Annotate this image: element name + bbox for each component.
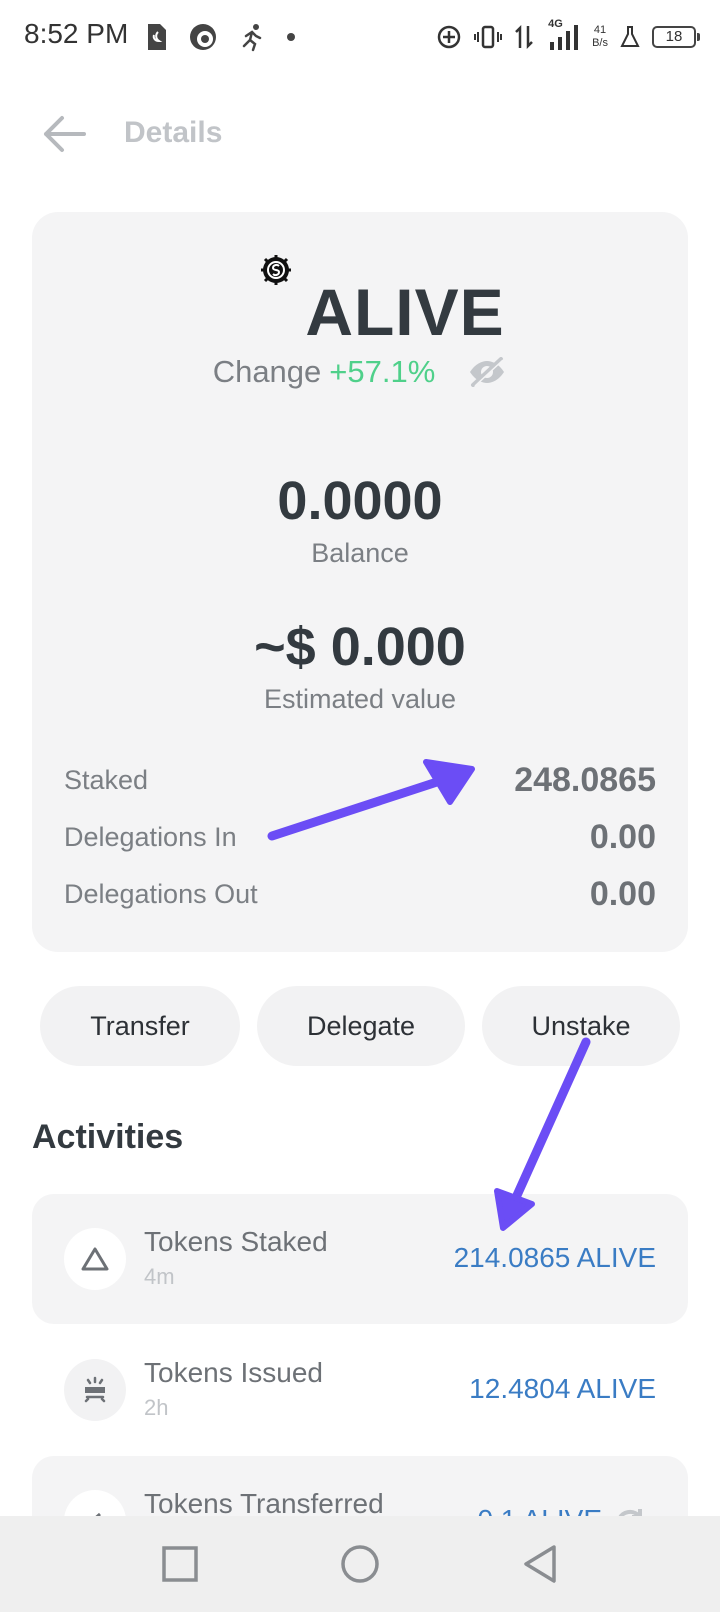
stat-row-delegations-out: Delegations Out 0.00 (64, 874, 656, 914)
back-nav-icon[interactable] (516, 1540, 564, 1588)
navigation-bar (0, 1516, 720, 1612)
stat-value: 0.00 (589, 817, 656, 856)
balance-label: Balance (311, 538, 409, 568)
token-card: ALIVE Change +57.1% 0.0000 Balance ~$ 0.… (32, 212, 688, 952)
delegate-button[interactable]: Delegate (257, 986, 465, 1066)
token-symbol: ALIVE (305, 275, 505, 349)
notification-icons (146, 20, 296, 54)
recent-apps-icon[interactable] (156, 1540, 204, 1588)
estimated-value-label: Estimated value (263, 684, 457, 714)
net-speed: 41 B/s (592, 24, 608, 50)
app-badge-icon (190, 24, 216, 50)
hide-balance-eye-icon[interactable] (467, 357, 507, 387)
activity-title: Tokens Staked (144, 1226, 328, 1257)
change-label: Change (212, 354, 322, 389)
flask-icon (620, 26, 640, 47)
change-value: +57.1% (329, 354, 436, 389)
activity-amount: 214.0865 ALIVE (453, 1242, 656, 1273)
home-icon[interactable] (336, 1540, 384, 1588)
page-title: Details (124, 116, 223, 149)
issued-icon (64, 1359, 126, 1421)
vibrate-icon (474, 25, 503, 49)
estimated-value: ~$ 0.000 (254, 617, 466, 677)
stat-row-delegations-in: Delegations In 0.00 (64, 817, 656, 857)
activity-time: 4m (144, 1264, 175, 1289)
back-arrow-icon[interactable] (38, 112, 88, 156)
activities-heading: Activities (32, 1118, 184, 1156)
activity-item-tokens-issued[interactable]: Tokens Issued 2h 12.4804 ALIVE (32, 1325, 688, 1455)
sim-card-icon (148, 24, 166, 50)
net-speed-value: 41 (593, 24, 607, 36)
activity-title: Tokens Issued (144, 1357, 323, 1388)
triangle-icon (64, 1228, 126, 1290)
stat-label: Staked (64, 764, 149, 795)
transfer-button[interactable]: Transfer (40, 986, 240, 1066)
activity-item-tokens-staked[interactable]: Tokens Staked 4m 214.0865 ALIVE (32, 1194, 688, 1324)
stat-label: Delegations In (64, 821, 237, 852)
battery-level: 18 (665, 28, 683, 45)
dot-icon (287, 33, 295, 41)
running-figure-icon (242, 24, 262, 52)
activity-time: 2h (144, 1395, 169, 1420)
stat-row-staked: Staked 248.0865 (64, 760, 656, 800)
location-plus-icon (437, 25, 461, 49)
net-speed-unit: B/s (592, 37, 608, 49)
activity-amount: 12.4804 ALIVE (469, 1373, 656, 1404)
stat-value: 248.0865 (514, 760, 656, 799)
system-status: 4G 41 B/s 18 (436, 18, 700, 56)
stat-label: Delegations Out (64, 878, 258, 909)
change-row: Change +57.1% (32, 354, 688, 390)
signal-icon: 4G (546, 18, 580, 52)
unstake-button[interactable]: Unstake (482, 986, 680, 1066)
data-transfer-icon (515, 24, 533, 50)
status-time: 8:52 PM (24, 18, 129, 49)
balance-value: 0.0000 (277, 471, 443, 531)
status-bar: 8:52 PM 4G 41 B/s 18 (0, 0, 720, 74)
stat-value: 0.00 (589, 874, 656, 913)
battery-icon: 18 (652, 26, 700, 48)
